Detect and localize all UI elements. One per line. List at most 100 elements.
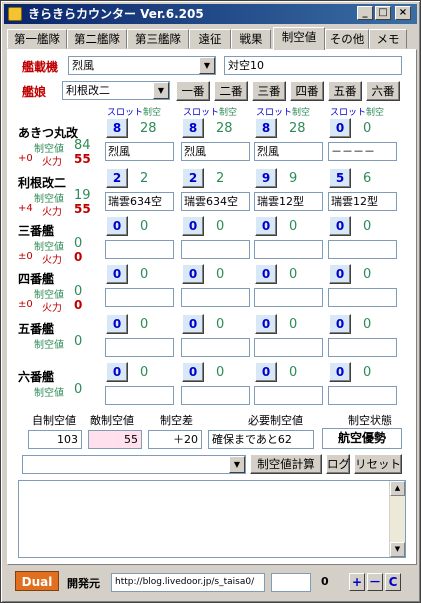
- firepower-label: 火力: [42, 303, 62, 314]
- slot-count-button[interactable]: 0: [255, 314, 277, 334]
- slot-count-button[interactable]: 0: [329, 118, 351, 138]
- equipment-field[interactable]: [105, 338, 174, 357]
- slot-count-button[interactable]: 0: [329, 314, 351, 334]
- equipment-field[interactable]: [181, 288, 250, 307]
- tab-other[interactable]: その他: [325, 29, 369, 49]
- equipment-field[interactable]: [254, 288, 323, 307]
- scroll-up-icon[interactable]: ▲: [390, 481, 405, 496]
- equipment-field[interactable]: [254, 338, 323, 357]
- maximize-button[interactable]: □: [375, 6, 391, 20]
- slot-count-button[interactable]: 0: [106, 216, 128, 236]
- equipment-field[interactable]: 瑞雲634空: [181, 192, 250, 211]
- slot-count-button[interactable]: 0: [182, 314, 204, 334]
- slot-count-button[interactable]: 8: [255, 118, 277, 138]
- slot-count-button[interactable]: 0: [329, 264, 351, 284]
- tab-fleet-1[interactable]: 第一艦隊: [7, 29, 67, 49]
- equipment-field[interactable]: [328, 338, 397, 357]
- equipment-field[interactable]: [328, 386, 397, 405]
- slot-count-button[interactable]: 8: [106, 118, 128, 138]
- slot-count-button[interactable]: 9: [255, 168, 277, 188]
- slot-count-button[interactable]: 0: [106, 314, 128, 334]
- equipment-field[interactable]: 烈風: [105, 142, 174, 161]
- ship-name: 四番艦: [18, 272, 55, 286]
- equipment-field[interactable]: [181, 240, 250, 259]
- ship-air-value: 0: [74, 382, 83, 397]
- slot-count-button[interactable]: 2: [182, 168, 204, 188]
- tab-air-power[interactable]: 制空値: [273, 27, 325, 50]
- equipment-field[interactable]: 烈風: [254, 142, 323, 161]
- equipment-field[interactable]: [328, 240, 397, 259]
- tab-fleet-3[interactable]: 第三艦隊: [127, 29, 189, 49]
- equipment-field[interactable]: 瑞雲12型: [254, 192, 323, 211]
- tab-fleet-2[interactable]: 第二艦隊: [67, 29, 127, 49]
- clear-button[interactable]: C: [385, 573, 401, 591]
- equipment-field[interactable]: [254, 240, 323, 259]
- order-button-6[interactable]: 六番: [366, 81, 400, 101]
- developer-url-field[interactable]: http://blog.livedoor.jp/s_taisa0/: [111, 573, 265, 592]
- calc-air-button[interactable]: 制空値計算: [250, 454, 322, 474]
- equipment-field[interactable]: －－－－: [328, 142, 397, 161]
- title-bar[interactable]: きらきらカウンター Ver.6.205 _ □ ×: [4, 4, 417, 24]
- slot-count-button[interactable]: 0: [329, 216, 351, 236]
- order-button-1[interactable]: 一番: [176, 81, 210, 101]
- slot-count-button[interactable]: 0: [106, 264, 128, 284]
- equipment-field[interactable]: 瑞雲12型: [328, 192, 397, 211]
- plane-info-field[interactable]: 対空10: [224, 56, 402, 75]
- enemy-air-field[interactable]: 55: [88, 430, 142, 449]
- firepower-label: 火力: [42, 255, 62, 266]
- slot-count-button[interactable]: 0: [255, 362, 277, 382]
- log-select[interactable]: ▼: [22, 455, 246, 474]
- air-diff-label: 制空差: [160, 414, 193, 427]
- equipment-field[interactable]: [181, 386, 250, 405]
- slot-count-button[interactable]: 0: [255, 216, 277, 236]
- minus-button[interactable]: －: [367, 573, 383, 591]
- counter-field[interactable]: [271, 573, 311, 592]
- slot-count-button[interactable]: 0: [255, 264, 277, 284]
- carrier-select[interactable]: 烈風 ▼: [68, 56, 216, 75]
- slot-air-value: 0: [216, 365, 225, 380]
- equipment-field[interactable]: [105, 240, 174, 259]
- air-state-field: 航空優勢: [322, 428, 402, 449]
- air-value-label: 制空値: [34, 388, 64, 399]
- tab-expedition[interactable]: 遠征: [189, 29, 231, 49]
- equipment-field[interactable]: [328, 288, 397, 307]
- scroll-down-icon[interactable]: ▼: [390, 542, 405, 557]
- modifier-value: +4: [18, 203, 33, 214]
- dual-button[interactable]: Dual: [15, 571, 59, 591]
- own-air-field[interactable]: 103: [28, 430, 82, 449]
- ship-select[interactable]: 利根改二 ▼: [62, 81, 170, 100]
- ship-air-value: 0: [74, 334, 83, 349]
- slot-count-button[interactable]: 0: [106, 362, 128, 382]
- equipment-field[interactable]: [105, 288, 174, 307]
- order-button-4[interactable]: 四番: [290, 81, 324, 101]
- col-header-slot: スロット: [183, 108, 220, 118]
- slot-air-value: 0: [289, 267, 298, 282]
- order-button-3[interactable]: 三番: [252, 81, 286, 101]
- log-scrollbar[interactable]: ▲ ▼: [389, 481, 405, 557]
- order-button-2[interactable]: 二番: [214, 81, 248, 101]
- equipment-field[interactable]: [181, 338, 250, 357]
- close-button[interactable]: ×: [395, 6, 411, 20]
- slot-count-button[interactable]: 0: [182, 362, 204, 382]
- slot-air-value: 0: [289, 219, 298, 234]
- slot-count-button[interactable]: 0: [182, 264, 204, 284]
- order-button-5[interactable]: 五番: [328, 81, 362, 101]
- plus-button[interactable]: +: [349, 573, 365, 591]
- log-button[interactable]: ログ: [326, 454, 350, 474]
- tab-results[interactable]: 戦果: [231, 29, 271, 49]
- reset-button[interactable]: リセット: [354, 454, 402, 474]
- minimize-button[interactable]: _: [357, 6, 373, 20]
- equipment-field[interactable]: 瑞雲634空: [105, 192, 174, 211]
- tab-memo[interactable]: メモ: [369, 29, 407, 49]
- equipment-field[interactable]: [105, 386, 174, 405]
- equipment-field[interactable]: 烈風: [181, 142, 250, 161]
- col-header-air: 制空: [143, 108, 162, 118]
- slot-count-button[interactable]: 0: [182, 216, 204, 236]
- log-textarea[interactable]: ▲ ▼: [18, 480, 406, 558]
- slot-count-button[interactable]: 8: [182, 118, 204, 138]
- slot-count-button[interactable]: 5: [329, 168, 351, 188]
- slot-count-button[interactable]: 2: [106, 168, 128, 188]
- equipment-field[interactable]: [254, 386, 323, 405]
- app-icon: [8, 7, 22, 21]
- slot-count-button[interactable]: 0: [329, 362, 351, 382]
